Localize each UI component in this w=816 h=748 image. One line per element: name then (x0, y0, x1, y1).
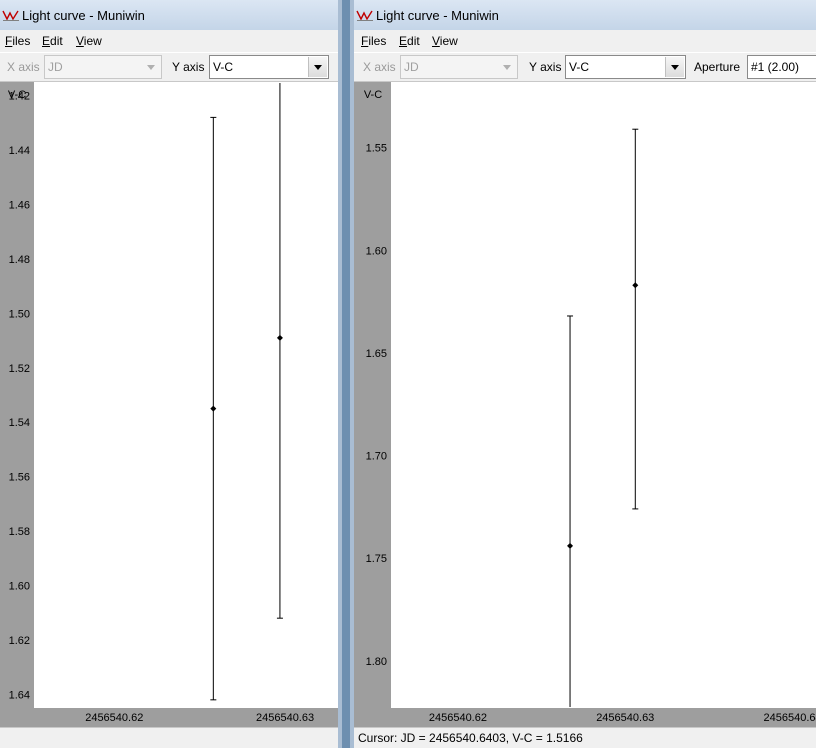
x-axis-select[interactable]: JD (44, 55, 162, 79)
x-axis-dropdown-button[interactable] (498, 57, 516, 77)
y-axis-title: V-C (364, 89, 382, 101)
y-tick-label: 1.65 (366, 348, 387, 360)
y-axis-label: Y axis (172, 60, 205, 74)
chevron-down-icon (671, 65, 679, 70)
y-axis-value: V-C (213, 60, 234, 74)
x-tick-label: 2456540.64 (764, 712, 816, 724)
y-tick-label: 1.44 (9, 145, 30, 157)
title-bar[interactable]: Light curve - Muniwin (0, 0, 338, 30)
y-tick-label: 1.58 (9, 526, 30, 538)
y-axis-select[interactable]: V-C (565, 55, 686, 79)
y-tick-label: 1.60 (366, 245, 387, 257)
x-tick-label: 2456540.63 (596, 712, 654, 724)
y-axis-label: Y axis (529, 60, 562, 74)
chevron-down-icon (503, 65, 511, 70)
plot-background (391, 82, 816, 708)
menu-bar: Files Edit View (0, 30, 338, 52)
x-axis-dropdown-button[interactable] (142, 57, 160, 77)
y-tick-label: 1.80 (366, 656, 387, 668)
x-axis-select[interactable]: JD (400, 55, 518, 79)
menu-files[interactable]: Files (5, 34, 30, 48)
toolbar: X axis JD Y axis V-C Aperture #1 (2.00) (354, 52, 816, 82)
light-curve-chart[interactable]: V-C1.421.441.461.481.501.521.541.561.581… (0, 82, 338, 728)
chevron-down-icon (147, 65, 155, 70)
y-tick-label: 1.54 (9, 417, 30, 429)
window-title: Light curve - Muniwin (376, 8, 499, 23)
y-tick-label: 1.52 (9, 363, 30, 375)
y-tick-label: 1.42 (9, 91, 30, 103)
x-axis-label: X axis (7, 60, 40, 74)
x-axis-label: X axis (363, 60, 396, 74)
y-axis-select[interactable]: V-C (209, 55, 329, 79)
title-bar[interactable]: Light curve - Muniwin (354, 0, 816, 30)
y-tick-label: 1.50 (9, 308, 30, 320)
y-tick-label: 1.70 (366, 451, 387, 463)
x-tick-label: 2456540.62 (429, 712, 487, 724)
plot-background (34, 82, 338, 708)
toolbar: X axis JD Y axis V-C (0, 52, 338, 82)
y-tick-label: 1.55 (366, 143, 387, 155)
menu-view[interactable]: View (432, 34, 458, 48)
status-bar: Cursor: JD = 2456540.6403, V-C = 1.5166 (354, 727, 816, 748)
aperture-value: #1 (2.00) (751, 60, 800, 74)
status-bar (0, 727, 338, 748)
aperture-select[interactable]: #1 (2.00) (747, 55, 816, 79)
menu-edit[interactable]: Edit (42, 34, 63, 48)
menu-files[interactable]: Files (361, 34, 386, 48)
y-tick-label: 1.64 (9, 689, 30, 701)
status-text: Cursor: JD = 2456540.6403, V-C = 1.5166 (358, 731, 583, 745)
y-tick-label: 1.62 (9, 635, 30, 647)
y-axis-dropdown-button[interactable] (308, 57, 327, 77)
x-axis-value: JD (404, 60, 419, 74)
x-tick-label: 2456540.63 (256, 712, 314, 724)
menu-bar: Files Edit View (354, 30, 816, 52)
menu-view[interactable]: View (76, 34, 102, 48)
light-curve-app-icon (2, 10, 19, 21)
y-tick-label: 1.60 (9, 581, 30, 593)
y-tick-label: 1.46 (9, 199, 30, 211)
light-curve-plot[interactable]: V-C 1.42 1.44 1.46 1.48 1.50 1.52 1.54 1.56 1.58 1… (0, 82, 338, 728)
chevron-down-icon (314, 65, 322, 70)
y-tick-label: 1.56 (9, 472, 30, 484)
y-axis-dropdown-button[interactable] (665, 57, 684, 77)
aperture-label: Aperture (694, 60, 741, 74)
light-curve-window-left: Light curve - Muniwin Files Edit View X … (0, 0, 342, 748)
menu-edit[interactable]: Edit (399, 34, 420, 48)
light-curve-window-right: Light curve - Muniwin Files Edit View X … (350, 0, 816, 748)
light-curve-chart[interactable]: V-C1.551.601.651.701.751.801.852456540.6… (354, 82, 816, 728)
y-tick-label: 1.48 (9, 254, 30, 266)
y-tick-label: 1.75 (366, 553, 387, 565)
x-axis-value: JD (48, 60, 63, 74)
y-axis-value: V-C (569, 60, 590, 74)
x-tick-label: 2456540.62 (85, 712, 143, 724)
window-title: Light curve - Muniwin (22, 8, 145, 23)
light-curve-plot[interactable]: V-C1.551.601.651.701.751.801.852456540.6… (354, 82, 816, 728)
light-curve-app-icon (356, 10, 373, 21)
